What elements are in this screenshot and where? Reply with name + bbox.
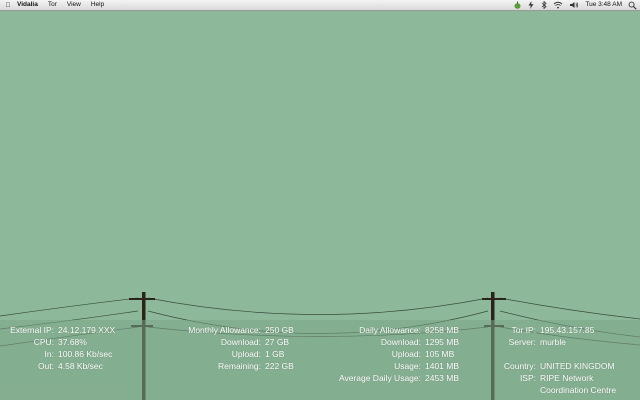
stat-row-country: Country: UNITED KINGDOM [492,360,616,372]
menu-help[interactable]: Help [86,0,109,10]
apple-icon[interactable]:  [4,2,12,9]
stat-row-isp-continued: Coordination Centre [492,384,616,396]
stat-row-out: Out: 4.58 Kb/sec [0,360,115,372]
menu-tor[interactable]: Tor [43,0,62,10]
stat-value: RIPE Network [540,373,594,383]
stat-value: 27 GB [265,337,290,347]
stat-label: External IP: [10,325,54,335]
stat-row-external-ip: External IP: 24.12.179.XXX [0,324,115,336]
stat-value: 1 GB [265,349,285,359]
stat-row-cpu: CPU: 37.68% [0,336,115,348]
stat-row-isp: ISP: RIPE Network [492,372,616,384]
stat-value: 1401 MB [425,361,460,371]
stat-label: Daily Allowance: [359,325,421,335]
wifi-icon[interactable] [550,1,566,9]
menu-bar:  Vidalia Tor View Help Tue 3:48 AM [0,0,640,11]
stat-value: 4.58 Kb/sec [58,361,103,371]
stat-label: Country: [503,361,536,371]
monthly-bandwidth-stats: Monthly Allowance: 250 GB Download: 27 GB … [160,324,294,372]
stat-value: 1295 MB [425,337,460,347]
stat-label [492,384,540,396]
stat-value: 222 GB [265,361,294,371]
stat-row-in: In: 100.86 Kb/sec [0,348,115,360]
stat-label: Usage: [394,361,421,371]
tor-stats: Tor IP: 195.43.157.85 Server: murble Count… [492,324,616,396]
stat-row-daily-allowance: Daily Allowance: 8258 MB [316,324,459,336]
stat-label: CPU: [33,337,54,347]
stat-row-daily-usage: Usage: 1401 MB [316,360,459,372]
stat-label: Upload: [231,349,261,359]
stat-row-monthly-upload: Upload: 1 GB [160,348,294,360]
menu-app-vidalia[interactable]: Vidalia [12,0,43,10]
stat-value: murble [540,337,566,347]
stat-row-daily-upload: Upload: 105 MB [316,348,459,360]
stat-row-monthly-download: Download: 27 GB [160,336,294,348]
stat-label: Upload: [391,349,421,359]
stat-label: ISP: [519,373,536,383]
stat-value: Coordination Centre [540,385,617,395]
stat-label: Average Daily Usage: [338,373,421,383]
stat-row-monthly-remaining: Remaining: 222 GB [160,360,294,372]
stat-value: 105 MB [425,349,455,359]
menu-clock[interactable]: Tue 3:48 AM [582,0,625,10]
stat-value: 195.43.157.85 [540,325,595,335]
stat-row-tor-ip: Tor IP: 195.43.157.85 [492,324,616,336]
stat-value: 100.86 Kb/sec [58,349,113,359]
stat-value: 8258 MB [425,325,460,335]
network-stats: External IP: 24.12.179.XXX CPU: 37.68% In:… [0,324,115,372]
vidalia-onion-icon[interactable] [511,1,524,9]
stat-label: Remaining: [218,361,261,371]
stat-row-average-daily-usage: Average Daily Usage: 2453 MB [316,372,459,384]
menu-view[interactable]: View [62,0,86,10]
stat-value: UNITED KINGDOM [540,361,615,371]
stat-label: In: [44,349,54,359]
stat-label: Monthly Allowance: [188,325,261,335]
bluetooth-icon[interactable] [538,1,550,9]
menu-extras: Tue 3:48 AM [511,0,640,10]
battery-charging-icon[interactable] [524,1,538,9]
stat-value: 24.12.179.XXX [58,325,116,335]
stat-value: 2453 MB [425,373,460,383]
stat-label: Tor IP: [511,325,536,335]
stat-label: Out: [37,361,54,371]
stat-label: Download: [220,337,261,347]
stat-row-monthly-allowance: Monthly Allowance: 250 GB [160,324,294,336]
daily-bandwidth-stats: Daily Allowance: 8258 MB Download: 1295 MB… [316,324,459,384]
stat-row-daily-download: Download: 1295 MB [316,336,459,348]
stat-label: Download: [380,337,421,347]
stat-value: 250 GB [265,325,294,335]
spotlight-search-icon[interactable] [625,1,640,10]
stat-value: 37.68% [58,337,87,347]
volume-icon[interactable] [566,1,582,9]
stat-label: Server: [508,337,536,347]
stat-row-server: Server: murble [492,336,616,348]
